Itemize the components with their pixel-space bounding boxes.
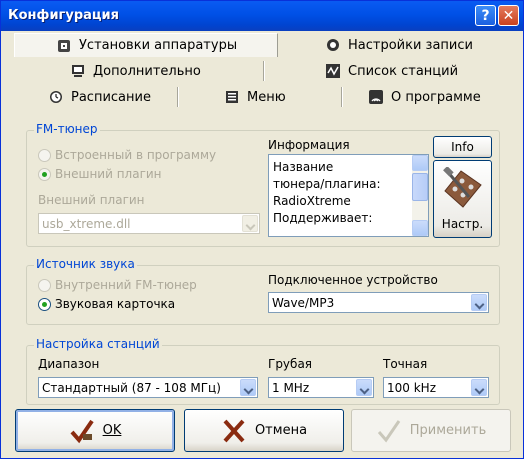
tab-menu[interactable]: Меню [225, 85, 286, 109]
tab-separator [341, 87, 343, 107]
scroll-down-icon[interactable] [412, 220, 428, 236]
builtin-radio[interactable] [38, 149, 51, 162]
chevron-down-icon [471, 294, 487, 311]
tab-label: Дополнительно [93, 63, 201, 79]
tab-label: Настройки записи [348, 37, 473, 53]
coarse-label: Грубая [268, 357, 313, 371]
ok-label: OK [102, 423, 122, 438]
monitor-icon [71, 64, 85, 78]
tab-separator [177, 87, 179, 107]
scroll-thumb[interactable] [412, 173, 428, 201]
plugin-select[interactable]: usb_xtreme.dll [38, 213, 260, 234]
tools-icon [443, 166, 483, 214]
info-scrollbar[interactable] [412, 155, 428, 236]
config-window: Конфигурация ? ✕ Установки аппаратуры На… [0, 0, 524, 459]
radio-waves-icon [369, 90, 383, 104]
menu-icon [225, 90, 239, 104]
clock-icon [49, 90, 63, 104]
plugin-option-label: Внешний плагин [55, 167, 162, 181]
tab-recording[interactable]: Настройки записи [326, 33, 473, 57]
internal-tuner-label: Внутренний FM-тюнер [55, 278, 197, 292]
range-select-value: Стандартный (87 - 108 МГц) [42, 381, 221, 395]
soundcard-radio[interactable] [38, 298, 51, 311]
coarse-select-value: 1 MHz [272, 381, 310, 395]
fm-tuner-title: FM-тюнер [34, 122, 100, 136]
soundcard-label: Звуковая карточка [55, 297, 176, 311]
help-button[interactable]: ? [475, 5, 496, 26]
stations-list-icon [326, 64, 340, 78]
fine-select-value: 100 kHz [387, 381, 436, 395]
chevron-down-icon [240, 379, 256, 396]
tab-label: Установки аппаратуры [79, 38, 238, 53]
info-textbox[interactable]: Название тюнера/плагина: RadioXtreme Под… [268, 154, 429, 237]
cancel-button[interactable]: Отмена [184, 409, 344, 452]
window-title: Конфигурация [8, 8, 119, 23]
sound-source-title: Источник звука [34, 257, 137, 271]
tab-additional[interactable]: Дополнительно [71, 59, 201, 83]
chevron-down-icon [242, 215, 258, 232]
coarse-select[interactable]: 1 MHz [268, 377, 374, 398]
info-line: тюнера/плагина: [273, 177, 381, 191]
stations-title: Настройка станций [34, 337, 162, 351]
scroll-up-icon[interactable] [412, 155, 428, 171]
record-icon [326, 38, 340, 52]
tab-label: Список станций [348, 63, 459, 79]
info-line: Поддерживает: [273, 211, 373, 225]
device-select[interactable]: Wave/MP3 [268, 292, 489, 313]
info-line: Название [273, 160, 334, 174]
device-select-value: Wave/MP3 [272, 296, 335, 310]
check-icon [376, 418, 402, 444]
settings-button-label: Настр. [441, 217, 484, 231]
title-bar[interactable]: Конфигурация ? ✕ [1, 1, 523, 31]
info-line: RadioXtreme [273, 194, 351, 208]
ok-button[interactable]: OK [15, 409, 175, 452]
builtin-label: Встроенный в программу [55, 148, 217, 162]
tab-hardware[interactable]: Установки аппаратуры [14, 33, 278, 57]
range-label: Диапазон [38, 357, 100, 371]
plugin-radio[interactable] [38, 168, 51, 181]
chevron-down-icon [356, 379, 372, 396]
tab-label: О программе [391, 89, 481, 105]
settings-button[interactable]: Настр. [433, 160, 492, 238]
close-button[interactable]: ✕ [498, 5, 519, 26]
tab-stations-list[interactable]: Список станций [326, 59, 458, 83]
plugin-select-value: usb_xtreme.dll [42, 217, 131, 231]
plugin-field-label: Внешний плагин [38, 193, 145, 207]
fine-label: Точная [383, 357, 428, 371]
tab-separator [263, 61, 265, 81]
tab-label: Меню [247, 89, 286, 105]
chevron-down-icon [471, 379, 487, 396]
check-icon [69, 418, 95, 444]
fine-select[interactable]: 100 kHz [383, 377, 489, 398]
cancel-x-icon [221, 418, 247, 444]
info-text: Название тюнера/плагина: RadioXtreme Под… [273, 159, 381, 227]
hardware-icon [57, 39, 71, 53]
apply-button[interactable]: Применить [351, 409, 511, 452]
range-select[interactable]: Стандартный (87 - 108 МГц) [38, 377, 258, 398]
device-label: Подключенное устройство [268, 273, 438, 287]
cancel-label: Отмена [254, 423, 308, 438]
apply-label: Применить [409, 423, 487, 438]
info-button[interactable]: Info [433, 136, 492, 158]
internal-tuner-radio[interactable] [38, 279, 51, 292]
info-label: Информация [268, 138, 350, 152]
tab-schedule[interactable]: Расписание [49, 85, 151, 109]
tab-about[interactable]: О программе [369, 85, 481, 109]
tab-label: Расписание [71, 89, 151, 105]
